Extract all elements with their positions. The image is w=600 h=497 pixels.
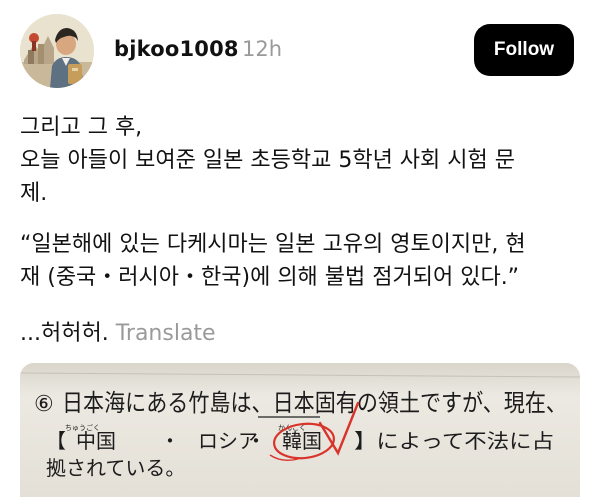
bracket-close-text: 】によって不法に占 xyxy=(354,429,554,453)
closing-text: ...허허허. xyxy=(20,321,109,346)
quote-line: “일본해에 있는 다케시마는 일본 고유의 영토이지만, 현 xyxy=(20,232,526,257)
translate-link[interactable]: Translate xyxy=(116,321,216,346)
avatar-illustration xyxy=(20,14,94,88)
option-separator-2: ・ xyxy=(246,429,266,453)
post-closing: ...허허허. Translate xyxy=(20,317,585,350)
follow-button[interactable]: Follow xyxy=(474,24,574,76)
bracket-open: 【 xyxy=(46,429,66,453)
username[interactable]: bjkoo1008 xyxy=(114,37,239,61)
post-line: 제. xyxy=(20,181,48,206)
question-number: ⑥ xyxy=(34,392,54,417)
post-header: bjkoo1008 12h Follow xyxy=(0,0,600,100)
option-korea: 韓国 xyxy=(282,429,322,453)
avatar[interactable] xyxy=(20,14,94,88)
option-china: 中国 xyxy=(76,429,116,453)
quote-line: 재 (중국・러시아・한국)에 의해 불법 점거되어 있다.” xyxy=(20,265,520,290)
post-line: 오늘 아들이 보여준 일본 초등학교 5학년 사회 시험 문 xyxy=(20,148,515,173)
exam-photo: ⑥ 日本海にある竹島は、日本固有の領土ですが、現在、 ちゅうごく かんこく 【 … xyxy=(20,363,580,497)
option-separator-1: ・ xyxy=(160,429,180,453)
post-paragraph-1: 그리고 그 후, 오늘 아들이 보여준 일본 초등학교 5학년 사회 시험 문 … xyxy=(20,111,585,210)
post-timestamp: 12h xyxy=(242,37,283,61)
post-line: 그리고 그 후, xyxy=(20,115,143,140)
post-quote: “일본해에 있는 다케시마는 일본 고유의 영토이지만, 현 재 (중국・러시아… xyxy=(20,228,585,294)
question-line-3: 拠されている。 xyxy=(46,456,185,480)
post-image[interactable]: ⑥ 日本海にある竹島は、日本固有の領土ですが、現在、 ちゅうごく かんこく 【 … xyxy=(20,363,580,497)
question-line-1: 日本海にある竹島は、日本固有の領土ですが、現在、 xyxy=(62,389,567,417)
